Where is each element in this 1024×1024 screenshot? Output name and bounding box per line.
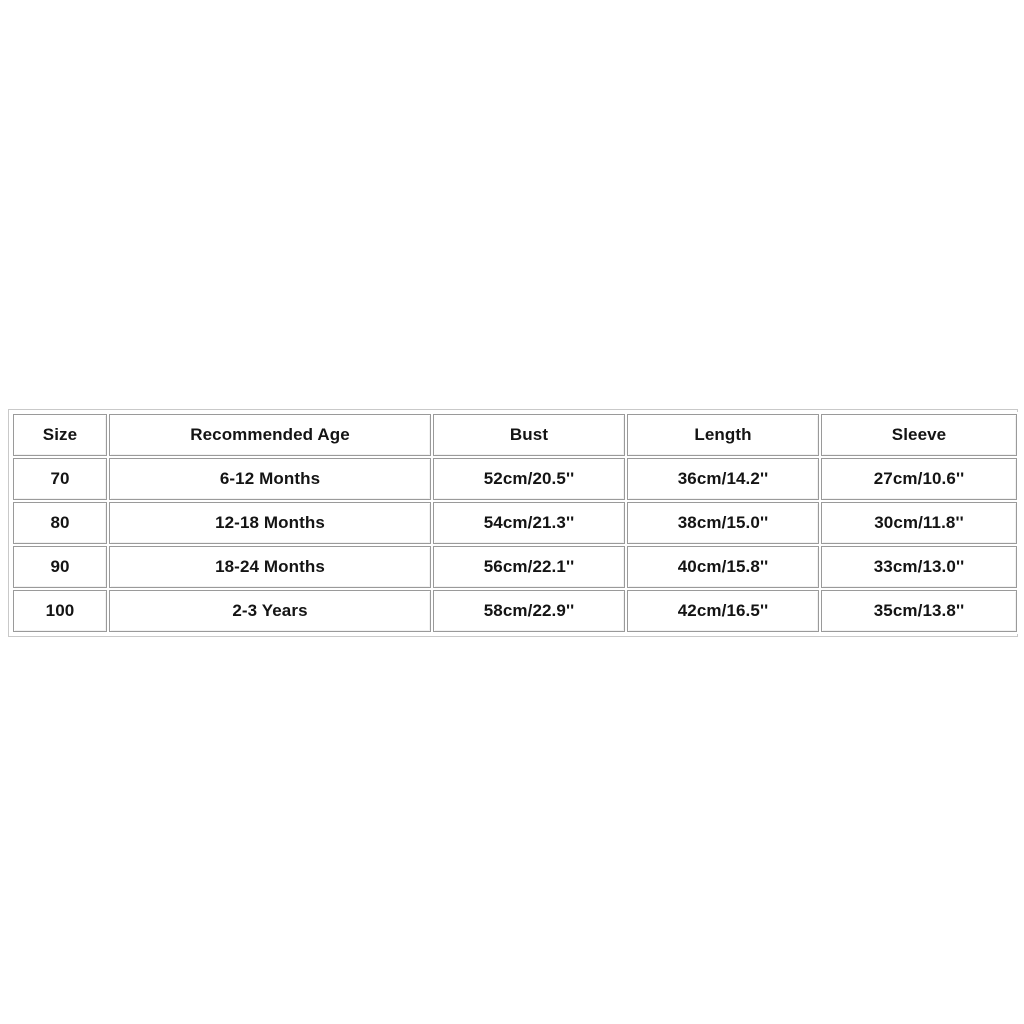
table-row: 100 2-3 Years 58cm/22.9'' 42cm/16.5'' 35… — [13, 590, 1017, 632]
cell-length: 38cm/15.0'' — [627, 502, 819, 544]
size-chart-table: Size Recommended Age Bust Length Sleeve … — [11, 412, 1019, 634]
cell-sleeve: 27cm/10.6'' — [821, 458, 1017, 500]
cell-recommended-age: 2-3 Years — [109, 590, 431, 632]
size-chart-container: Size Recommended Age Bust Length Sleeve … — [8, 409, 1019, 637]
table-row: 90 18-24 Months 56cm/22.1'' 40cm/15.8'' … — [13, 546, 1017, 588]
cell-bust: 54cm/21.3'' — [433, 502, 625, 544]
cell-bust: 56cm/22.1'' — [433, 546, 625, 588]
cell-size: 80 — [13, 502, 107, 544]
column-header-sleeve: Sleeve — [821, 414, 1017, 456]
cell-length: 40cm/15.8'' — [627, 546, 819, 588]
cell-sleeve: 35cm/13.8'' — [821, 590, 1017, 632]
cell-length: 42cm/16.5'' — [627, 590, 819, 632]
cell-bust: 58cm/22.9'' — [433, 590, 625, 632]
column-header-size: Size — [13, 414, 107, 456]
table-row: 80 12-18 Months 54cm/21.3'' 38cm/15.0'' … — [13, 502, 1017, 544]
column-header-bust: Bust — [433, 414, 625, 456]
cell-bust: 52cm/20.5'' — [433, 458, 625, 500]
cell-length: 36cm/14.2'' — [627, 458, 819, 500]
cell-sleeve: 33cm/13.0'' — [821, 546, 1017, 588]
cell-size: 100 — [13, 590, 107, 632]
column-header-recommended-age: Recommended Age — [109, 414, 431, 456]
table-header-row: Size Recommended Age Bust Length Sleeve — [13, 414, 1017, 456]
cell-size: 70 — [13, 458, 107, 500]
cell-sleeve: 30cm/11.8'' — [821, 502, 1017, 544]
cell-recommended-age: 12-18 Months — [109, 502, 431, 544]
table-row: 70 6-12 Months 52cm/20.5'' 36cm/14.2'' 2… — [13, 458, 1017, 500]
cell-recommended-age: 18-24 Months — [109, 546, 431, 588]
cell-size: 90 — [13, 546, 107, 588]
cell-recommended-age: 6-12 Months — [109, 458, 431, 500]
column-header-length: Length — [627, 414, 819, 456]
